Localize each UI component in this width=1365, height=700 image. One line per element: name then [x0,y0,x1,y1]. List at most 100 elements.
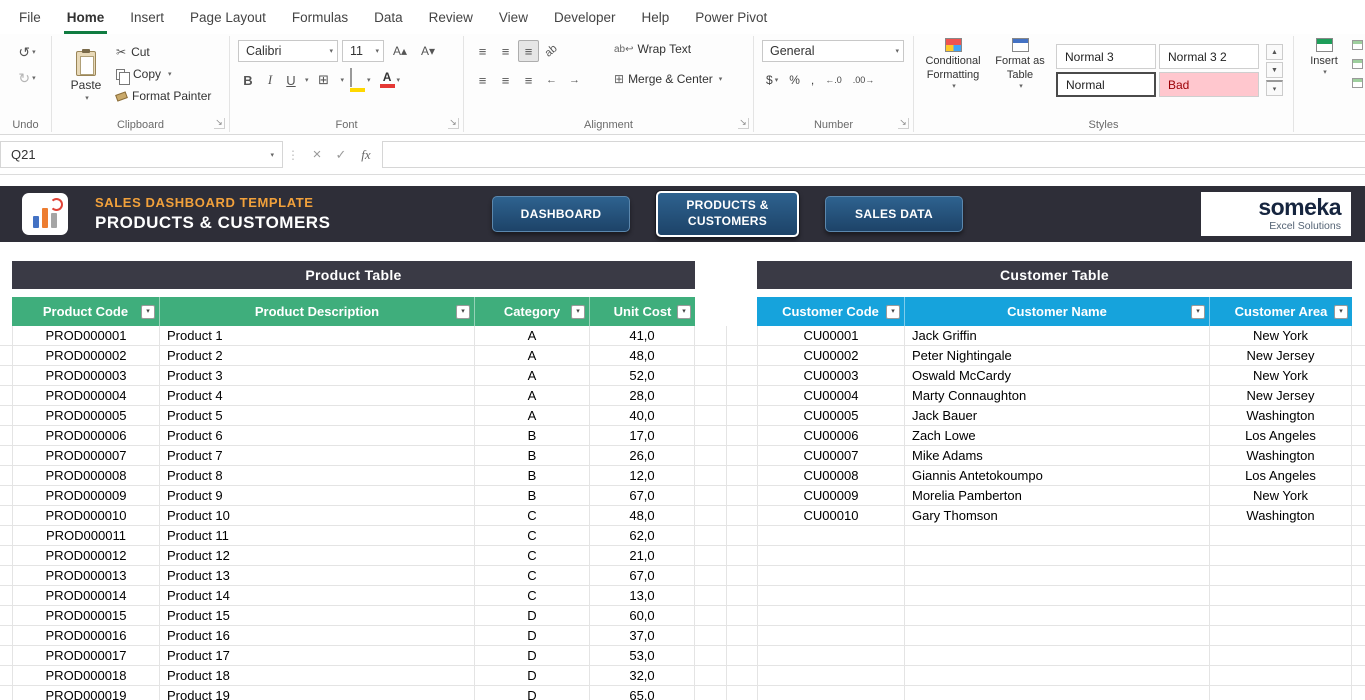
tab-page-layout[interactable]: Page Layout [177,0,279,34]
customer-code-cell[interactable]: CU00002 [757,346,905,366]
product-code-cell[interactable]: PROD000016 [12,626,160,646]
filter-button[interactable]: ▾ [677,305,691,319]
customer-name-cell[interactable]: Peter Nightingale [905,346,1210,366]
product-description-cell[interactable]: Product 18 [160,666,475,686]
comma-style-button[interactable]: , [807,69,818,91]
customer-name-cell[interactable] [905,566,1210,586]
unit-cost-cell[interactable]: 67,0 [590,486,695,506]
product-description-cell[interactable]: Product 1 [160,326,475,346]
product-code-cell[interactable]: PROD000018 [12,666,160,686]
unit-cost-cell[interactable]: 37,0 [590,626,695,646]
customer-code-cell[interactable]: CU00003 [757,366,905,386]
product-code-cell[interactable]: PROD000013 [12,566,160,586]
insert-cells-button[interactable]: Insert ▾ [1302,38,1346,78]
tab-power-pivot[interactable]: Power Pivot [682,0,780,34]
formula-bar-grip[interactable]: ⋮ [288,141,298,168]
style-normal-3-2[interactable]: Normal 3 2 [1159,44,1259,69]
accounting-format-button[interactable]: $▾ [762,69,782,91]
category-cell[interactable]: C [475,566,590,586]
product-description-cell[interactable]: Product 13 [160,566,475,586]
customer-code-cell[interactable]: CU00004 [757,386,905,406]
insert-mini-icon[interactable] [1352,40,1363,50]
customer-area-cell[interactable]: New York [1210,326,1352,346]
customer-area-cell[interactable] [1210,586,1352,606]
customer-code-cell[interactable]: CU00008 [757,466,905,486]
filter-button[interactable]: ▾ [1191,305,1205,319]
bold-button[interactable]: B [238,69,258,91]
customer-area-cell[interactable]: Washington [1210,406,1352,426]
customer-area-cell[interactable]: New York [1210,486,1352,506]
product-description-cell[interactable]: Product 5 [160,406,475,426]
product-code-cell[interactable]: PROD000003 [12,366,160,386]
unit-cost-cell[interactable]: 53,0 [590,646,695,666]
customer-name-cell[interactable] [905,586,1210,606]
product-description-cell[interactable]: Product 12 [160,546,475,566]
customer-area-cell[interactable] [1210,566,1352,586]
align-top-button[interactable]: ≡ [472,40,493,62]
product-description-cell[interactable]: Product 8 [160,466,475,486]
redo-button[interactable]: ↻▾ [12,68,42,88]
font-color-button[interactable]: A▾ [377,69,404,91]
category-cell[interactable]: A [475,326,590,346]
align-middle-button[interactable]: ≡ [495,40,516,62]
product-description-cell[interactable]: Product 2 [160,346,475,366]
product-description-cell[interactable]: Product 3 [160,366,475,386]
product-code-cell[interactable]: PROD000004 [12,386,160,406]
customer-code-cell[interactable] [757,646,905,666]
delete-mini-icon[interactable] [1352,59,1363,69]
product-description-cell[interactable]: Product 14 [160,586,475,606]
gallery-more-button[interactable]: ▾ [1266,80,1283,96]
product-code-cell[interactable]: PROD000006 [12,426,160,446]
product-code-cell[interactable]: PROD000009 [12,486,160,506]
customer-area-cell[interactable] [1210,646,1352,666]
filter-button[interactable]: ▾ [571,305,585,319]
unit-cost-cell[interactable]: 67,0 [590,566,695,586]
filter-button[interactable]: ▾ [141,305,155,319]
customer-name-cell[interactable] [905,546,1210,566]
undo-button[interactable]: ↺▾ [12,42,42,62]
gallery-down-button[interactable]: ▼ [1266,62,1283,78]
align-center-button[interactable]: ≡ [495,69,516,91]
customer-area-cell[interactable] [1210,666,1352,686]
customer-name-cell[interactable]: Mike Adams [905,446,1210,466]
align-left-button[interactable]: ≡ [472,69,493,91]
product-code-cell[interactable]: PROD000014 [12,586,160,606]
customer-code-cell[interactable] [757,666,905,686]
merge-center-button[interactable]: ⊞ Merge & Center ▾ [614,72,722,86]
font-name-select[interactable]: Calibri▾ [238,40,338,62]
product-description-cell[interactable]: Product 6 [160,426,475,446]
unit-cost-cell[interactable]: 62,0 [590,526,695,546]
customer-area-cell[interactable]: New Jersey [1210,346,1352,366]
category-cell[interactable]: C [475,506,590,526]
customer-area-cell[interactable]: New Jersey [1210,386,1352,406]
category-cell[interactable]: A [475,366,590,386]
copy-button[interactable]: Copy▾ [116,63,211,85]
format-mini-icon[interactable] [1352,78,1363,88]
nav-dashboard-button[interactable]: DASHBOARD [492,196,630,232]
product-code-cell[interactable]: PROD000012 [12,546,160,566]
increase-font-button[interactable]: A▴ [388,40,412,62]
borders-button[interactable]: ⊞ [312,69,336,91]
font-size-select[interactable]: 11▾ [342,40,384,62]
product-code-cell[interactable]: PROD000017 [12,646,160,666]
unit-cost-cell[interactable]: 60,0 [590,606,695,626]
customer-name-cell[interactable]: Gary Thomson [905,506,1210,526]
category-cell[interactable]: C [475,586,590,606]
customer-area-cell[interactable]: Los Angeles [1210,466,1352,486]
category-cell[interactable]: B [475,426,590,446]
category-cell[interactable]: B [475,486,590,506]
category-cell[interactable]: D [475,646,590,666]
cancel-entry-button[interactable]: × [306,141,328,168]
tab-file[interactable]: File [6,0,54,34]
customer-code-cell[interactable] [757,586,905,606]
customer-code-cell[interactable] [757,686,905,700]
product-description-cell[interactable]: Product 7 [160,446,475,466]
decrease-indent-button[interactable]: ← [541,69,562,91]
tab-view[interactable]: View [486,0,541,34]
customer-area-cell[interactable]: Washington [1210,506,1352,526]
customer-name-cell[interactable]: Marty Connaughton [905,386,1210,406]
fill-color-button[interactable]: ▾ [347,69,374,91]
style-normal-3[interactable]: Normal 3 [1056,44,1156,69]
category-cell[interactable]: D [475,666,590,686]
customer-area-cell[interactable] [1210,686,1352,700]
